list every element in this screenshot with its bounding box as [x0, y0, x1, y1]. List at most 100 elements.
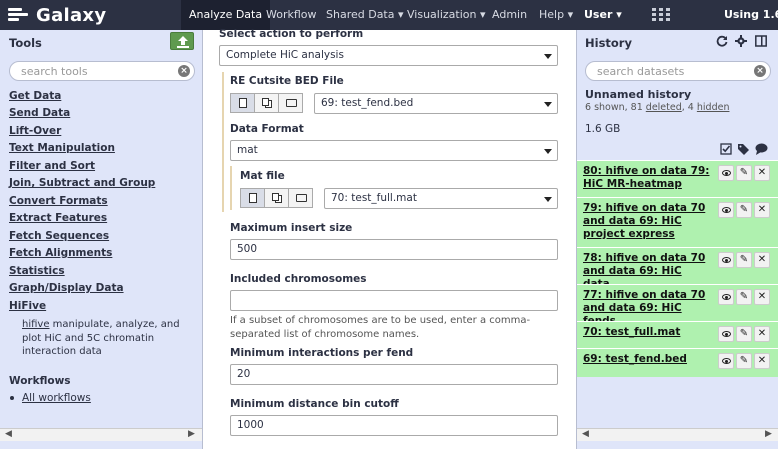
nav-visualization[interactable]: Visualization ▾ — [399, 0, 494, 30]
min-interactions-label: Minimum interactions per fend — [230, 347, 414, 359]
mat-file-select[interactable]: 70: test_full.mat — [324, 188, 558, 209]
tool-section-convert-formats[interactable]: Convert Formats — [9, 195, 108, 207]
tool-search-input[interactable]: search tools × — [9, 61, 195, 81]
scroll-right-icon[interactable]: ▶ — [765, 429, 772, 439]
view-dataset-button[interactable] — [718, 165, 734, 181]
dataset-item[interactable]: 70: test_full.mat ✎ ✕ — [577, 321, 778, 348]
nav-user[interactable]: User ▾ — [576, 0, 630, 30]
pencil-icon: ✎ — [739, 328, 749, 339]
tool-section-hifive[interactable]: HiFive — [9, 300, 46, 312]
tags-icon[interactable] — [737, 143, 750, 155]
delete-dataset-button[interactable]: ✕ — [754, 165, 770, 181]
view-dataset-button[interactable] — [718, 202, 734, 218]
deleted-link[interactable]: deleted — [646, 102, 682, 113]
edit-dataset-button[interactable]: ✎ — [736, 202, 752, 218]
min-distance-label: Minimum distance bin cutoff — [230, 398, 399, 410]
single-dataset-button[interactable] — [230, 93, 255, 113]
bed-file-select[interactable]: 69: test_fend.bed — [314, 93, 558, 114]
multiple-datasets-button[interactable] — [254, 93, 279, 113]
upload-icon — [177, 36, 189, 48]
chevron-down-icon — [544, 54, 552, 59]
dataset-title[interactable]: 70: test_full.mat — [583, 326, 711, 339]
dataset-item[interactable]: 79: hifive on data 70 and data 69: HiC p… — [577, 197, 778, 247]
files-icon — [272, 193, 279, 201]
clear-search-icon[interactable]: × — [178, 65, 190, 77]
tool-section-filter-sort[interactable]: Filter and Sort — [9, 160, 95, 172]
tool-section-fetch-sequences[interactable]: Fetch Sequences — [9, 230, 109, 242]
scroll-right-icon[interactable]: ▶ — [188, 429, 195, 439]
nav-workflow[interactable]: Workflow — [258, 0, 325, 30]
dataset-title[interactable]: 69: test_fend.bed — [583, 353, 711, 366]
all-workflows-link[interactable]: All workflows — [22, 392, 91, 404]
edit-dataset-button[interactable]: ✎ — [736, 252, 752, 268]
columns-icon[interactable] — [755, 35, 767, 47]
file-icon — [249, 193, 257, 203]
select-all-checkbox-icon[interactable] — [720, 143, 732, 155]
dataset-item[interactable]: 69: test_fend.bed ✎ ✕ — [577, 348, 778, 377]
apps-grid-icon[interactable] — [652, 8, 670, 22]
delete-dataset-button[interactable]: ✕ — [754, 202, 770, 218]
min-interactions-input[interactable]: 20 — [230, 364, 558, 385]
tool-section-get-data[interactable]: Get Data — [9, 90, 61, 102]
edit-dataset-button[interactable]: ✎ — [736, 289, 752, 305]
min-distance-input[interactable]: 1000 — [230, 415, 558, 436]
brand-title: Galaxy — [36, 4, 107, 26]
nav-analyze-data[interactable]: Analyze Data — [181, 0, 271, 30]
history-name[interactable]: Unnamed history — [585, 88, 691, 101]
edit-dataset-button[interactable]: ✎ — [736, 165, 752, 181]
refresh-icon[interactable] — [716, 35, 728, 47]
tool-section-send-data[interactable]: Send Data — [9, 107, 70, 119]
multiple-datasets-button[interactable] — [264, 188, 289, 208]
tool-section-fetch-alignments[interactable]: Fetch Alignments — [9, 247, 112, 259]
max-insert-input[interactable]: 500 — [230, 239, 558, 260]
dataset-item[interactable]: 78: hifive on data 70 and data 69: HiC d… — [577, 247, 778, 290]
tools-horizontal-scrollbar[interactable]: ◀ ▶ — [0, 428, 202, 441]
history-title: History — [585, 36, 632, 50]
tool-section-graph-display[interactable]: Graph/Display Data — [9, 282, 124, 294]
tool-section-extract-features[interactable]: Extract Features — [9, 212, 107, 224]
close-icon: ✕ — [757, 167, 767, 178]
annotation-icon[interactable] — [755, 143, 768, 155]
view-dataset-button[interactable] — [718, 353, 734, 369]
history-horizontal-scrollbar[interactable]: ◀ ▶ — [577, 428, 778, 441]
view-dataset-button[interactable] — [718, 326, 734, 342]
hidden-link[interactable]: hidden — [697, 102, 730, 113]
brand[interactable]: Galaxy — [8, 4, 106, 26]
edit-dataset-button[interactable]: ✎ — [736, 326, 752, 342]
tool-section-text-manipulation[interactable]: Text Manipulation — [9, 142, 115, 154]
nav-admin[interactable]: Admin — [484, 0, 535, 30]
delete-dataset-button[interactable]: ✕ — [754, 353, 770, 369]
scroll-left-icon[interactable]: ◀ — [582, 429, 589, 439]
dataset-search-input[interactable]: search datasets × — [585, 61, 771, 81]
edit-dataset-button[interactable]: ✎ — [736, 353, 752, 369]
tool-section-join-subtract[interactable]: Join, Subtract and Group — [9, 177, 155, 189]
scroll-left-icon[interactable]: ◀ — [5, 429, 12, 439]
tool-hifive-entry[interactable]: hifive manipulate, analyze, and plot HiC… — [22, 318, 182, 359]
tool-section-statistics[interactable]: Statistics — [9, 265, 65, 277]
gear-icon[interactable] — [735, 35, 747, 47]
view-dataset-button[interactable] — [718, 289, 734, 305]
dataset-item[interactable]: 80: hifive on data 79: HiC MR-heatmap ✎ … — [577, 160, 778, 197]
dataset-title[interactable]: 80: hifive on data 79: HiC MR-heatmap — [583, 165, 711, 191]
nav-shared-data[interactable]: Shared Data ▾ — [318, 0, 412, 30]
chevron-down-icon — [544, 102, 552, 107]
history-shown-count: 6 shown, 81 — [585, 102, 646, 113]
delete-dataset-button[interactable]: ✕ — [754, 252, 770, 268]
collection-button[interactable] — [278, 93, 303, 113]
collection-button[interactable] — [288, 188, 313, 208]
action-select[interactable]: Complete HiC analysis — [219, 45, 558, 66]
chromosomes-input[interactable] — [230, 290, 558, 311]
clear-search-icon[interactable]: × — [754, 65, 766, 77]
data-format-select[interactable]: mat — [230, 140, 558, 161]
tool-section-lift-over[interactable]: Lift-Over — [9, 125, 61, 137]
dataset-item[interactable]: 77: hifive on data 70 and data 69: HiC f… — [577, 284, 778, 327]
mat-file-value: 70: test_full.mat — [331, 192, 417, 204]
tool-hifive-link[interactable]: hifive — [22, 319, 50, 330]
nav-help[interactable]: Help ▾ — [531, 0, 581, 30]
dataset-title[interactable]: 79: hifive on data 70 and data 69: HiC p… — [583, 202, 711, 241]
single-dataset-button[interactable] — [240, 188, 265, 208]
delete-dataset-button[interactable]: ✕ — [754, 289, 770, 305]
upload-button[interactable] — [170, 32, 194, 50]
view-dataset-button[interactable] — [718, 252, 734, 268]
delete-dataset-button[interactable]: ✕ — [754, 326, 770, 342]
